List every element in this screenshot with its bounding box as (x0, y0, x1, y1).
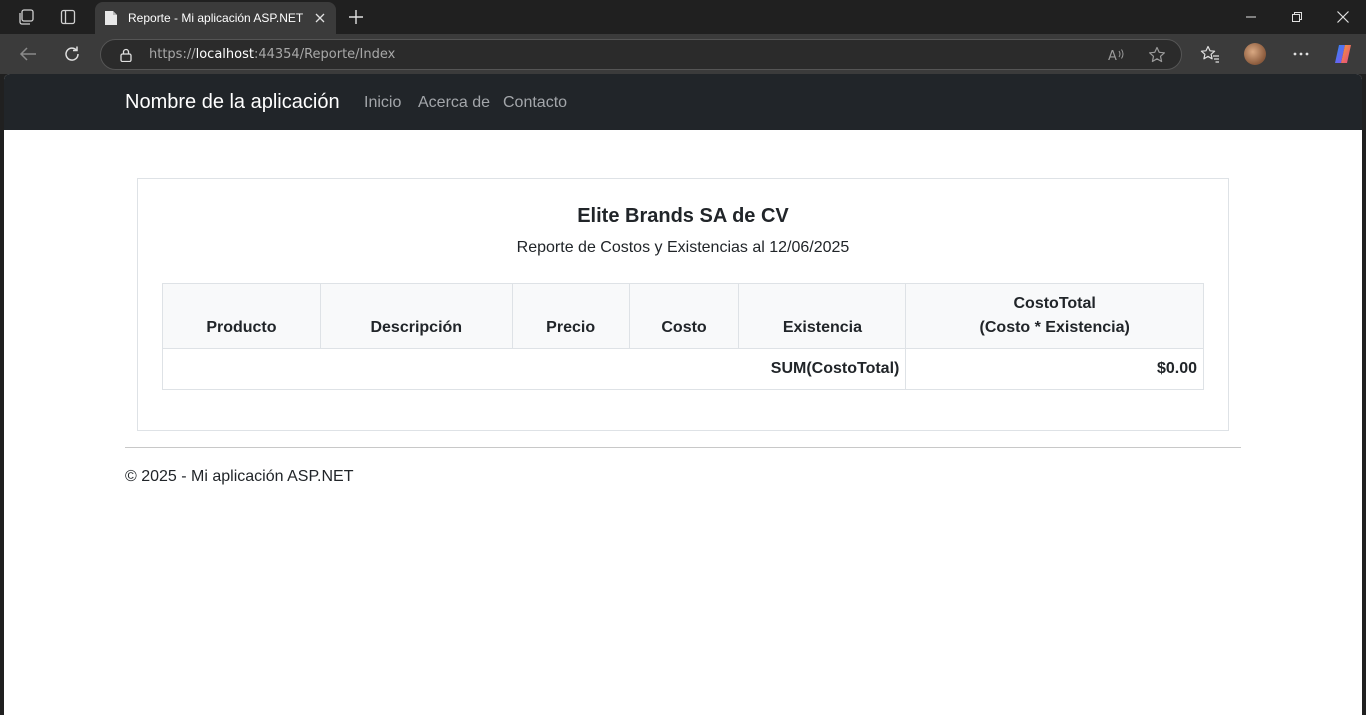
url-host: localhost (195, 47, 254, 62)
workspaces-icon[interactable] (9, 0, 43, 34)
browser-tabstrip: Reporte - Mi aplicación ASP.NET (0, 0, 1366, 34)
minimize-icon[interactable] (1228, 0, 1274, 34)
column-header-existencia: Existencia (738, 283, 907, 349)
close-tab-icon[interactable] (312, 10, 328, 26)
nav-link-inicio[interactable]: Inicio (364, 94, 401, 112)
navbar-brand[interactable]: Nombre de la aplicación (125, 91, 340, 114)
read-aloud-icon[interactable]: A (1107, 45, 1127, 65)
favorites-icon[interactable] (1196, 40, 1224, 68)
close-window-icon[interactable] (1320, 0, 1366, 34)
refresh-icon[interactable] (56, 38, 88, 70)
svg-text:A: A (1108, 49, 1117, 63)
more-options-icon[interactable] (1287, 40, 1315, 68)
sum-value: $0.00 (905, 348, 1204, 390)
nav-link-acerca-de[interactable]: Acerca de (418, 94, 490, 112)
footer-copyright: © 2025 - Mi aplicación ASP.NET (125, 468, 354, 485)
restore-icon[interactable] (1274, 0, 1320, 34)
active-tab[interactable]: Reporte - Mi aplicación ASP.NET (95, 2, 336, 34)
page-viewport: Nombre de la aplicación Inicio Acerca de… (4, 74, 1362, 715)
browser-toolbar: https://localhost:44354/Reporte/Index A (0, 34, 1366, 74)
column-header-costo: Costo (628, 283, 740, 349)
page-favicon-icon (103, 10, 119, 26)
back-icon[interactable] (12, 38, 44, 70)
column-header-descripcion: Descripción (319, 283, 513, 349)
tab-actions-icon[interactable] (51, 0, 85, 34)
report-table: Producto Descripción Precio Costo Existe… (161, 283, 1204, 390)
report-card: Elite Brands SA de CV Reporte de Costos … (137, 178, 1229, 431)
tab-title: Reporte - Mi aplicación ASP.NET (128, 11, 304, 25)
profile-avatar[interactable] (1241, 40, 1269, 68)
footer-divider (125, 447, 1241, 448)
table-header-row: Producto Descripción Precio Costo Existe… (162, 283, 1204, 349)
url-path: :44354/Reporte/Index (253, 47, 396, 62)
nav-link-contacto[interactable]: Contacto (503, 94, 567, 112)
column-header-costo-total: CostoTotal (Costo * Existencia) (905, 283, 1204, 349)
lock-icon[interactable] (119, 47, 133, 62)
table-footer-row: SUM(CostoTotal) $0.00 (161, 348, 1204, 390)
column-header-precio: Precio (511, 283, 630, 349)
address-bar[interactable]: https://localhost:44354/Reporte/Index A (100, 39, 1182, 70)
favorite-star-icon[interactable] (1147, 45, 1167, 65)
site-navbar: Nombre de la aplicación Inicio Acerca de… (4, 74, 1362, 130)
url-scheme: https:// (149, 47, 196, 62)
new-tab-icon[interactable] (342, 3, 370, 31)
report-subtitle: Reporte de Costos y Existencias al 12/06… (516, 239, 850, 256)
costo-total-line2: (Costo * Existencia) (979, 319, 1130, 336)
sum-label: SUM(CostoTotal) (161, 348, 907, 390)
column-header-producto: Producto (162, 283, 321, 349)
costo-total-line1: CostoTotal (1013, 295, 1096, 312)
url-text[interactable]: https://localhost:44354/Reporte/Index (149, 47, 395, 62)
copilot-icon[interactable] (1329, 40, 1357, 68)
company-name: Elite Brands SA de CV (577, 205, 789, 227)
